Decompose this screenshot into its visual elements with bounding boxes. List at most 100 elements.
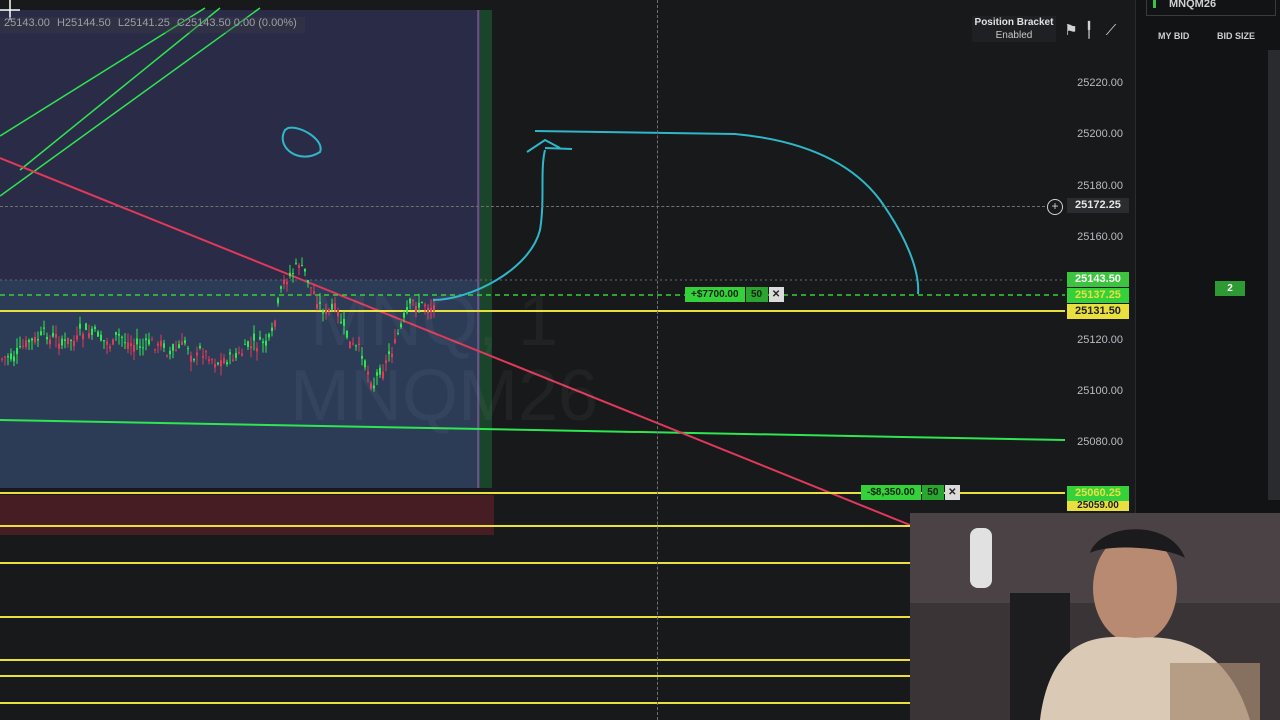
- candle-body: [112, 339, 114, 345]
- price-axis-label: 25080.00: [1077, 436, 1123, 448]
- candle-body: [166, 355, 168, 357]
- candle-body: [49, 339, 51, 345]
- candle-body: [4, 356, 6, 358]
- candle-body: [70, 339, 72, 341]
- candle-body: [145, 338, 147, 341]
- candle-body: [115, 332, 117, 335]
- candle-body: [10, 353, 12, 360]
- candle-body: [31, 338, 33, 341]
- candle-body: [250, 346, 252, 349]
- candle-body: [25, 340, 27, 348]
- entry-price-tag: 25137.25: [1067, 288, 1129, 303]
- candle-body: [292, 272, 294, 274]
- candle-body: [106, 341, 108, 345]
- target-order-label[interactable]: +$7700.00 50 ✕: [685, 287, 784, 302]
- position-bracket-label: Position Bracket: [974, 17, 1054, 28]
- crosshair-horizontal: [0, 206, 1045, 207]
- candle-body: [235, 352, 237, 358]
- dom-col-my-bid: MY BID: [1158, 31, 1190, 41]
- stop-qty[interactable]: 50: [921, 485, 944, 500]
- candle-body: [205, 351, 207, 353]
- candle-body: [130, 343, 132, 347]
- candle-body: [184, 340, 186, 344]
- price-axis-label: 25220.00: [1077, 77, 1123, 89]
- candle-body: [97, 331, 99, 337]
- ohlc-high: H25144.50: [56, 17, 111, 29]
- candle-body: [13, 356, 15, 362]
- candle-body: [262, 341, 264, 344]
- candle-body: [46, 336, 48, 340]
- candle-body: [124, 342, 126, 344]
- watermark-line2: MNQM26: [290, 356, 598, 436]
- candle-body: [229, 352, 231, 355]
- add-order-icon[interactable]: +: [1047, 199, 1063, 215]
- candle-body: [133, 344, 135, 352]
- candle-body: [193, 359, 195, 361]
- watermark-line1: MNQ, 1: [310, 281, 558, 361]
- candle-body: [79, 323, 81, 329]
- candle-body: [118, 333, 120, 336]
- candle-body: [214, 364, 216, 368]
- candle-body: [154, 349, 156, 351]
- candle-body: [268, 333, 270, 338]
- stop-pnl: -$8,350.00: [861, 485, 921, 500]
- candle-body: [175, 349, 177, 351]
- webcam-overlay: [910, 513, 1280, 720]
- candle-body: [277, 298, 279, 304]
- candle-body: [226, 362, 228, 365]
- dom-price-column[interactable]: [1268, 50, 1280, 500]
- candle-body: [283, 279, 285, 285]
- candle-body: [40, 331, 42, 336]
- price-axis-label: 25180.00: [1077, 180, 1123, 192]
- candle-body: [148, 339, 150, 345]
- candle-body: [280, 286, 282, 289]
- dom-symbol-header[interactable]: MNQM26: [1146, 0, 1276, 16]
- candle-body: [238, 352, 240, 354]
- target-cancel-button[interactable]: ✕: [768, 287, 784, 302]
- candle-body: [67, 337, 69, 345]
- candle-body: [190, 355, 192, 362]
- candle-body: [76, 335, 78, 340]
- candle-body: [142, 347, 144, 349]
- position-bracket-toggle[interactable]: Position Bracket Enabled: [972, 16, 1056, 42]
- candle-body: [139, 346, 141, 348]
- candle-body: [100, 334, 102, 341]
- dom-symbol: MNQM26: [1169, 0, 1217, 10]
- candle-body: [286, 281, 288, 285]
- pin-icon[interactable]: ╿: [1078, 20, 1100, 42]
- candle-body: [136, 338, 138, 345]
- candle-body: [121, 336, 123, 338]
- target-pnl: +$7700.00: [685, 287, 745, 302]
- position-bracket-status: Enabled: [995, 30, 1033, 41]
- candle-body: [157, 343, 159, 346]
- target-qty[interactable]: 50: [745, 287, 768, 302]
- last-price-tag: 25143.50: [1067, 272, 1129, 287]
- price-axis-label: 25200.00: [1077, 128, 1123, 140]
- stop-cancel-button[interactable]: ✕: [944, 485, 960, 500]
- candle-body: [103, 340, 105, 342]
- dom-bid-size-cell[interactable]: 2: [1215, 281, 1245, 296]
- candle-body: [274, 320, 276, 327]
- candle-body: [109, 346, 111, 349]
- candle-body: [298, 265, 300, 268]
- stop-order-label[interactable]: -$8,350.00 50 ✕: [861, 485, 960, 500]
- ohlc-low: L25141.25: [117, 17, 170, 29]
- candle-body: [52, 332, 54, 337]
- candle-body: [82, 334, 84, 340]
- candle-body: [223, 358, 225, 364]
- candle-body: [208, 359, 210, 361]
- candle-body: [265, 340, 267, 346]
- candle-body: [1, 358, 3, 360]
- webcam-image: [910, 513, 1280, 720]
- price-axis-label: 25120.00: [1077, 334, 1123, 346]
- draw-line-icon[interactable]: ⟋: [1100, 20, 1122, 42]
- level-price-tag: 25131.50: [1067, 304, 1129, 319]
- candle-body: [196, 352, 198, 356]
- candle-body: [199, 346, 201, 349]
- candle-body: [19, 346, 21, 348]
- candle-body: [256, 347, 258, 352]
- candle-body: [58, 343, 60, 349]
- candle-body: [91, 328, 93, 335]
- candle-body: [295, 262, 297, 264]
- candle-body: [307, 280, 309, 283]
